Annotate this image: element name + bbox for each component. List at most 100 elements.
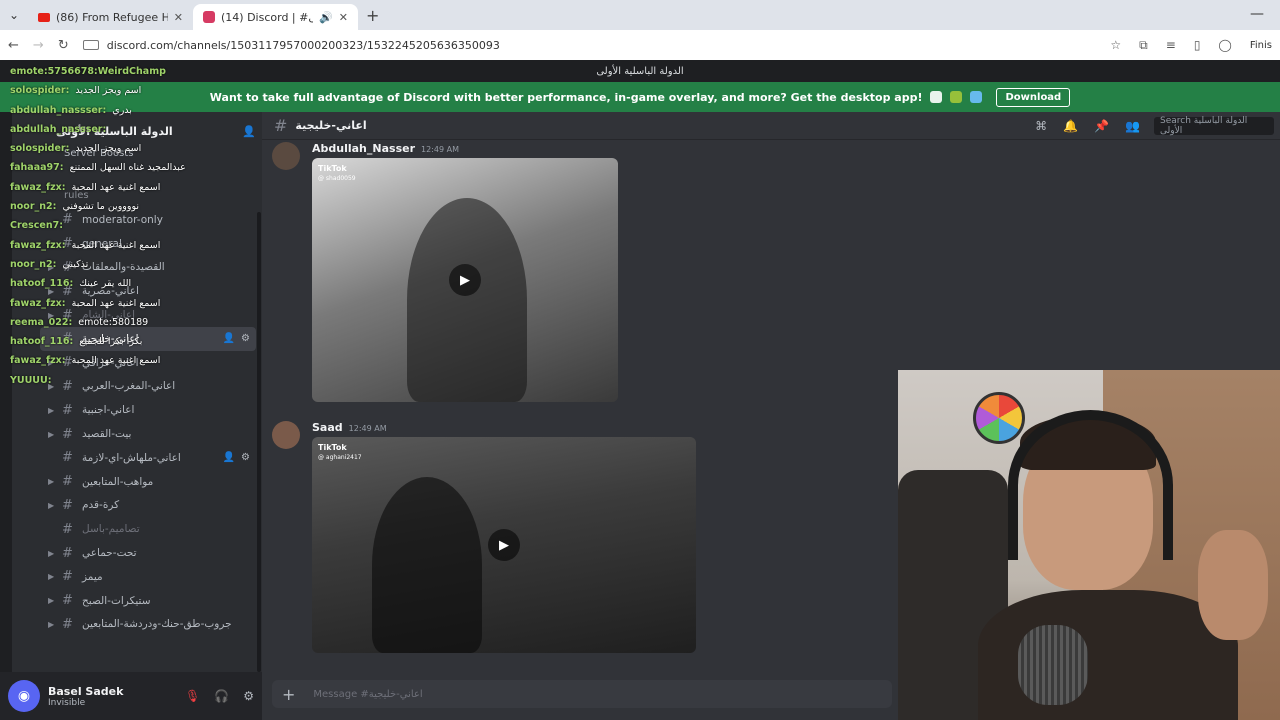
finish-update-button[interactable]: Finis (1250, 40, 1272, 51)
expand-caret-icon[interactable]: ▶ (48, 382, 54, 391)
channel-name[interactable]: ميمز (82, 571, 103, 583)
channel-settings-icon[interactable]: ⚙ (241, 452, 250, 463)
add-member-icon[interactable]: 👤 (242, 125, 256, 138)
tab-list-chevron-icon[interactable]: ⌄ (0, 0, 28, 30)
browser-tab-discord[interactable]: (14) Discord | #اعاني-خليجية | الدولة ال… (193, 4, 358, 30)
channel-name[interactable]: تصاميم-باسل (82, 523, 140, 535)
channel-item[interactable]: # اعاني-ملهاش-اي-لازمة 👤 ⚙ (40, 446, 256, 470)
channel-name[interactable]: ستيكرات-الصبح (82, 595, 151, 607)
expand-caret-icon[interactable]: ▶ (48, 358, 54, 367)
channel-name[interactable]: اعاني-مصرية (82, 285, 139, 297)
notification-bell-icon[interactable]: 🔔 (1063, 119, 1078, 133)
rules-channel[interactable]: rules (64, 190, 89, 201)
channel-name[interactable]: اعاني-ملهاش-اي-لازمة (82, 452, 181, 464)
channel-name[interactable]: القصيدة-والمعلقات (82, 261, 165, 273)
channel-item[interactable]: ▶ # اعاني-المغرب-العربي (40, 375, 256, 399)
close-tab-icon[interactable]: ✕ (174, 11, 183, 24)
user-avatar[interactable]: ◉ (8, 680, 40, 712)
channel-name[interactable]: اعاني-المغرب-العربي (82, 380, 175, 392)
channel-item[interactable]: # اعاني-خليجية 👤 ⚙ (40, 326, 256, 351)
channel-name[interactable]: moderator-only (82, 214, 163, 226)
search-input[interactable]: Search الدولة الباسلية الأولى (1154, 116, 1274, 136)
expand-caret-icon[interactable]: ▶ (48, 549, 54, 558)
forward-arrow-icon[interactable]: → (33, 38, 44, 53)
message-author[interactable]: Abdullah_Nasser 12:49 AM (312, 142, 459, 155)
profile-icon[interactable]: ◯ (1218, 38, 1231, 52)
expand-caret-icon[interactable]: ▶ (48, 263, 54, 272)
message-composer[interactable]: + Message #اعاني-خليجية (272, 680, 892, 708)
attach-plus-icon[interactable]: + (282, 685, 295, 704)
headphones-icon[interactable]: 🎧 (214, 689, 229, 703)
back-arrow-icon[interactable]: ← (8, 38, 19, 53)
channel-name[interactable]: جروب-طق-حنك-ودردشة-المتابعين (82, 618, 232, 630)
channel-item[interactable]: ▶ # القصيدة-والمعلقات (40, 256, 256, 280)
url-bar[interactable]: discord.com/channels/1503117957000200323… (82, 39, 1097, 52)
channel-item[interactable]: # تصاميم-باسل (40, 517, 256, 541)
channel-settings-icon[interactable]: ⚙ (241, 333, 250, 344)
member-list-icon[interactable]: 👥 (1125, 119, 1140, 133)
expand-caret-icon[interactable]: ▶ (48, 406, 54, 415)
author-avatar[interactable] (272, 142, 300, 170)
android-icon[interactable] (950, 91, 963, 103)
channel-item[interactable]: ▶ # اعاني-الشام (40, 303, 256, 327)
author-name[interactable]: Abdullah_Nasser (312, 142, 415, 155)
channel-name[interactable]: بيت-القصيد (82, 428, 131, 440)
channel-item[interactable]: ▶ # بيت-القصيد (40, 422, 256, 446)
channel-name[interactable]: اعاني-الشام (82, 309, 135, 321)
expand-caret-icon[interactable]: ▶ (48, 287, 54, 296)
channel-item[interactable]: ▶ # اعاني-اجنبية (40, 398, 256, 422)
server-name[interactable]: الدولة الباسلية الأولى (56, 125, 173, 138)
server-header[interactable]: الدولة الباسلية الأولى 👤 (56, 118, 256, 144)
expand-caret-icon[interactable]: ▶ (48, 311, 54, 320)
channel-name[interactable]: مواهب-المتابعين (82, 476, 153, 488)
pin-icon[interactable]: 📌 (1094, 119, 1109, 133)
bookmark-star-icon[interactable]: ☆ (1110, 38, 1121, 52)
channel-name[interactable]: تحت-حماعي (82, 547, 137, 559)
sidebar-panel-icon[interactable]: ▯ (1194, 38, 1201, 52)
channel-item[interactable]: ▶ # اعاني-مصرية (40, 279, 256, 303)
channel-item[interactable]: ▶ # ميمز (40, 565, 256, 589)
expand-caret-icon[interactable]: ▶ (48, 596, 54, 605)
message-input[interactable]: Message #اعاني-خليجية (313, 689, 422, 700)
apple-icon[interactable] (930, 91, 943, 103)
settings-gear-icon[interactable]: ⚙ (243, 689, 254, 703)
channel-item[interactable]: ▶ # ستيكرات-الصبح (40, 589, 256, 613)
windows-icon[interactable] (970, 91, 983, 103)
sidebar-scrollbar[interactable] (257, 212, 261, 672)
muted-microphone-icon[interactable]: 🎙 (185, 689, 200, 703)
channel-name[interactable]: general (82, 238, 122, 250)
channel-item[interactable]: ▶ # تحت-حماعي (40, 541, 256, 565)
close-tab-icon[interactable]: ✕ (339, 11, 348, 24)
browser-tab-youtube[interactable]: (86) From Refugee Homes to W ✕ (28, 4, 193, 30)
play-icon[interactable]: ▶ (488, 529, 520, 561)
channel-item[interactable]: ▶ # مواهب-المتابعين (40, 470, 256, 494)
message-author[interactable]: Saad 12:49 AM (312, 421, 387, 434)
threads-icon[interactable]: ⌘ (1035, 119, 1047, 133)
media-controls-icon[interactable]: ≡ (1166, 38, 1176, 52)
tiktok-video-embed[interactable]: TikTok @ aghani2417 ▶ (312, 437, 696, 653)
speaker-icon[interactable]: 🔊 (319, 11, 333, 24)
expand-caret-icon[interactable]: ▶ (48, 501, 54, 510)
new-tab-button[interactable]: + (366, 6, 379, 25)
author-avatar[interactable] (272, 421, 300, 449)
username[interactable]: Basel Sadek (48, 685, 177, 698)
extensions-icon[interactable]: ⧉ (1139, 38, 1148, 53)
invite-icon[interactable]: 👤 (223, 452, 235, 463)
channel-item[interactable]: # moderator-only (40, 208, 256, 232)
author-name[interactable]: Saad (312, 421, 343, 434)
channel-name[interactable]: اعاني-خليجية (82, 333, 139, 345)
tiktok-video-embed[interactable]: TikTok @ shad0059 ▶ (312, 158, 618, 402)
channel-item[interactable]: ▶ # جروب-طق-حنك-ودردشة-المتابعين (40, 613, 256, 637)
channel-item[interactable]: # general (40, 232, 256, 256)
invite-icon[interactable]: 👤 (223, 333, 235, 344)
channel-name[interactable]: كرة-قدم (82, 499, 119, 511)
url-text[interactable]: discord.com/channels/1503117957000200323… (107, 39, 500, 52)
play-icon[interactable]: ▶ (449, 264, 481, 296)
expand-caret-icon[interactable]: ▶ (48, 477, 54, 486)
channel-name[interactable]: اعاني-اجنبية (82, 404, 134, 416)
channel-item[interactable]: ▶ # كرة-قدم (40, 494, 256, 518)
channel-name[interactable]: اعاني-عراقي (82, 357, 139, 369)
reload-icon[interactable]: ↻ (58, 38, 69, 53)
minimize-window-icon[interactable]: — (1250, 6, 1264, 22)
expand-caret-icon[interactable]: ▶ (48, 572, 54, 581)
